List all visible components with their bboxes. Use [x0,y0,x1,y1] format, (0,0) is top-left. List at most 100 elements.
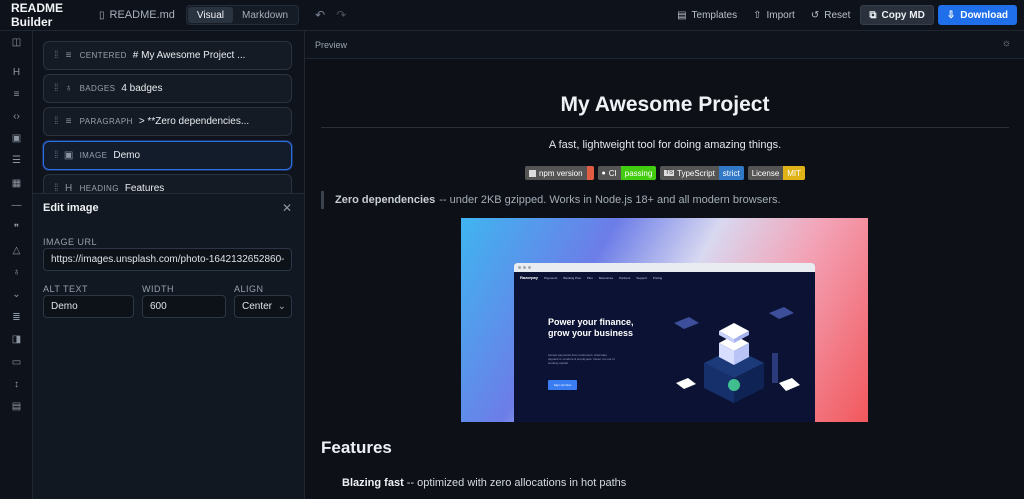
badge-label-text: CI [608,168,617,178]
align-icon[interactable]: ≣ [0,312,33,323]
divider-icon[interactable]: — [0,200,33,211]
block-type: CENTERED [79,51,127,60]
drag-handle-icon[interactable]: ⁞⁞ [54,50,58,61]
features-heading: Features [321,438,392,457]
block-list: ⁞⁞ ≡ CENTERED # My Awesome Project ... ⁞… [33,31,304,193]
block-summary: 4 badges [121,83,163,94]
toc-icon[interactable]: ▤ [0,401,33,412]
preview-tagline: A fast, lightweight tool for doing amazi… [548,139,782,151]
drag-handle-icon[interactable]: ⁞⁞ [54,150,58,161]
top-bar: README Builder ▯ README.md Visual Markdo… [0,0,1024,31]
demo-subtext: Accept payments from customers. Automate… [548,353,615,365]
image-icon: ▣ [63,150,74,161]
heading-icon: H [64,183,73,193]
block-type: IMAGE [79,151,108,160]
image-url-input[interactable]: https://images.unsplash.com/photo-164213… [43,248,292,271]
quote-text: -- under 2KB gzipped. Works in Node.js 1… [439,194,781,206]
demo-nav-item: Pricing [652,275,663,280]
heading-icon[interactable]: H [0,67,33,78]
badge-label: npm version [524,166,587,180]
templates-button[interactable]: ▤ Templates [671,5,743,25]
alt-text-input[interactable]: Demo [43,295,134,318]
demo-headline: Power your finance, grow your business [548,317,634,338]
download-button[interactable]: ⇩ Download [937,5,1017,25]
edit-panel-title: Edit image [43,202,99,214]
block-heading[interactable]: ⁞⁞ H HEADING Features [43,174,292,193]
demo-nav: Razorpay Payments Banking Plus Plus Reso… [514,272,815,283]
file-name: README.md [109,9,175,21]
demo-nav-item: Payments [544,275,558,280]
feature-list-item: Blazing fast -- optimized with zero allo… [342,477,626,489]
tab-visual[interactable]: Visual [187,7,233,23]
list-icon[interactable]: ☰ [0,155,33,166]
quote-bold: Zero dependencies [335,194,436,206]
preview-pane: Preview ☼ My Awesome Project A fast, lig… [304,31,1024,499]
alert-icon[interactable]: △ [0,245,33,256]
align-label: ALIGN [234,284,264,294]
quote-icon[interactable]: ❞ [0,223,33,234]
block-image[interactable]: ⁞⁞ ▣ IMAGE Demo [43,141,292,170]
badge-icon: ♁ [64,83,73,94]
sidebar-toggle-icon[interactable]: ◫ [0,37,33,48]
demo-brand: Razorpay [520,275,539,280]
block-centered[interactable]: ⁞⁞ ≡ CENTERED # My Awesome Project ... [43,41,292,70]
demo-image: Razorpay Payments Banking Plus Plus Reso… [461,218,868,422]
download-label: Download [960,9,1008,21]
block-summary: # My Awesome Project ... [132,50,246,61]
align-value: Center [242,301,273,312]
width-input[interactable]: 600 [142,295,226,318]
badge-value: MIT [783,166,806,180]
table-icon[interactable]: ▦ [0,178,33,189]
badge-ci: ● CI passing [597,166,657,180]
close-icon[interactable]: ✕ [282,201,292,215]
block-icon-rail: ◫ H ≡ ‹› ▣ ☰ ▦ — ❞ △ ♁ ⌄ ≣ ◨ ▭ ↕ ▤ [0,31,33,499]
demo-cta: Sign Up Now [548,380,577,390]
badge-icon[interactable]: ♁ [0,267,33,278]
block-summary: > **Zero dependencies... [138,116,250,127]
import-button[interactable]: ⇧ Import [747,5,801,25]
badge-label: TS TypeScript [660,166,719,180]
title-divider [321,127,1009,128]
image-icon[interactable]: ▣ [0,133,33,144]
details-icon[interactable]: ⌄ [0,289,33,300]
badge-typescript: TS TypeScript strict [660,166,744,180]
demo-nav-item: Support [636,275,647,280]
alt-text-label: ALT TEXT [43,284,89,294]
copy-md-button[interactable]: ⧉ Copy MD [860,5,934,25]
badge-value: strict [718,166,744,180]
redo-icon[interactable]: ↷ [336,8,346,22]
browser-bar [514,263,815,272]
file-tab[interactable]: ▯ README.md [99,9,175,21]
typescript-icon: TS [664,170,674,176]
code-icon[interactable]: ‹› [0,111,33,122]
preview-blockquote: Zero dependencies -- under 2KB gzipped. … [321,191,781,209]
align-select[interactable]: Center ⌄ [234,295,292,318]
block-type: HEADING [79,184,119,193]
drag-handle-icon[interactable]: ⁞⁞ [54,183,58,193]
image-url-label: IMAGE URL [43,237,98,247]
templates-label: Templates [691,9,738,21]
columns-icon[interactable]: ◨ [0,334,33,345]
button-icon[interactable]: ▭ [0,357,33,368]
badge-label: ● CI [597,166,621,180]
block-badges[interactable]: ⁞⁞ ♁ BADGES 4 badges [43,74,292,103]
drag-handle-icon[interactable]: ⁞⁞ [54,83,58,94]
block-type: BADGES [79,84,116,93]
paragraph-icon[interactable]: ≡ [0,89,33,100]
toolbar-actions: ▤ Templates ⇧ Import ↺ Reset ⧉ Copy MD ⇩… [671,5,1017,25]
import-label: Import [766,9,795,21]
badge-label-text: npm version [538,168,583,178]
theme-toggle-icon[interactable]: ☼ [1002,38,1011,49]
file-icon: ▯ [99,9,105,21]
npm-icon [528,169,536,177]
reset-button[interactable]: ↺ Reset [805,5,857,25]
github-icon: ● [601,169,606,177]
block-paragraph[interactable]: ⁞⁞ ≡ PARAGRAPH > **Zero dependencies... [43,107,292,136]
reset-icon: ↺ [810,9,820,21]
upload-icon: ⇧ [753,9,762,21]
preview-header: Preview ☼ [305,31,1024,59]
spacer-icon[interactable]: ↕ [0,379,33,390]
drag-handle-icon[interactable]: ⁞⁞ [54,116,58,127]
tab-markdown[interactable]: Markdown [233,7,297,23]
undo-icon[interactable]: ↶ [315,8,325,22]
